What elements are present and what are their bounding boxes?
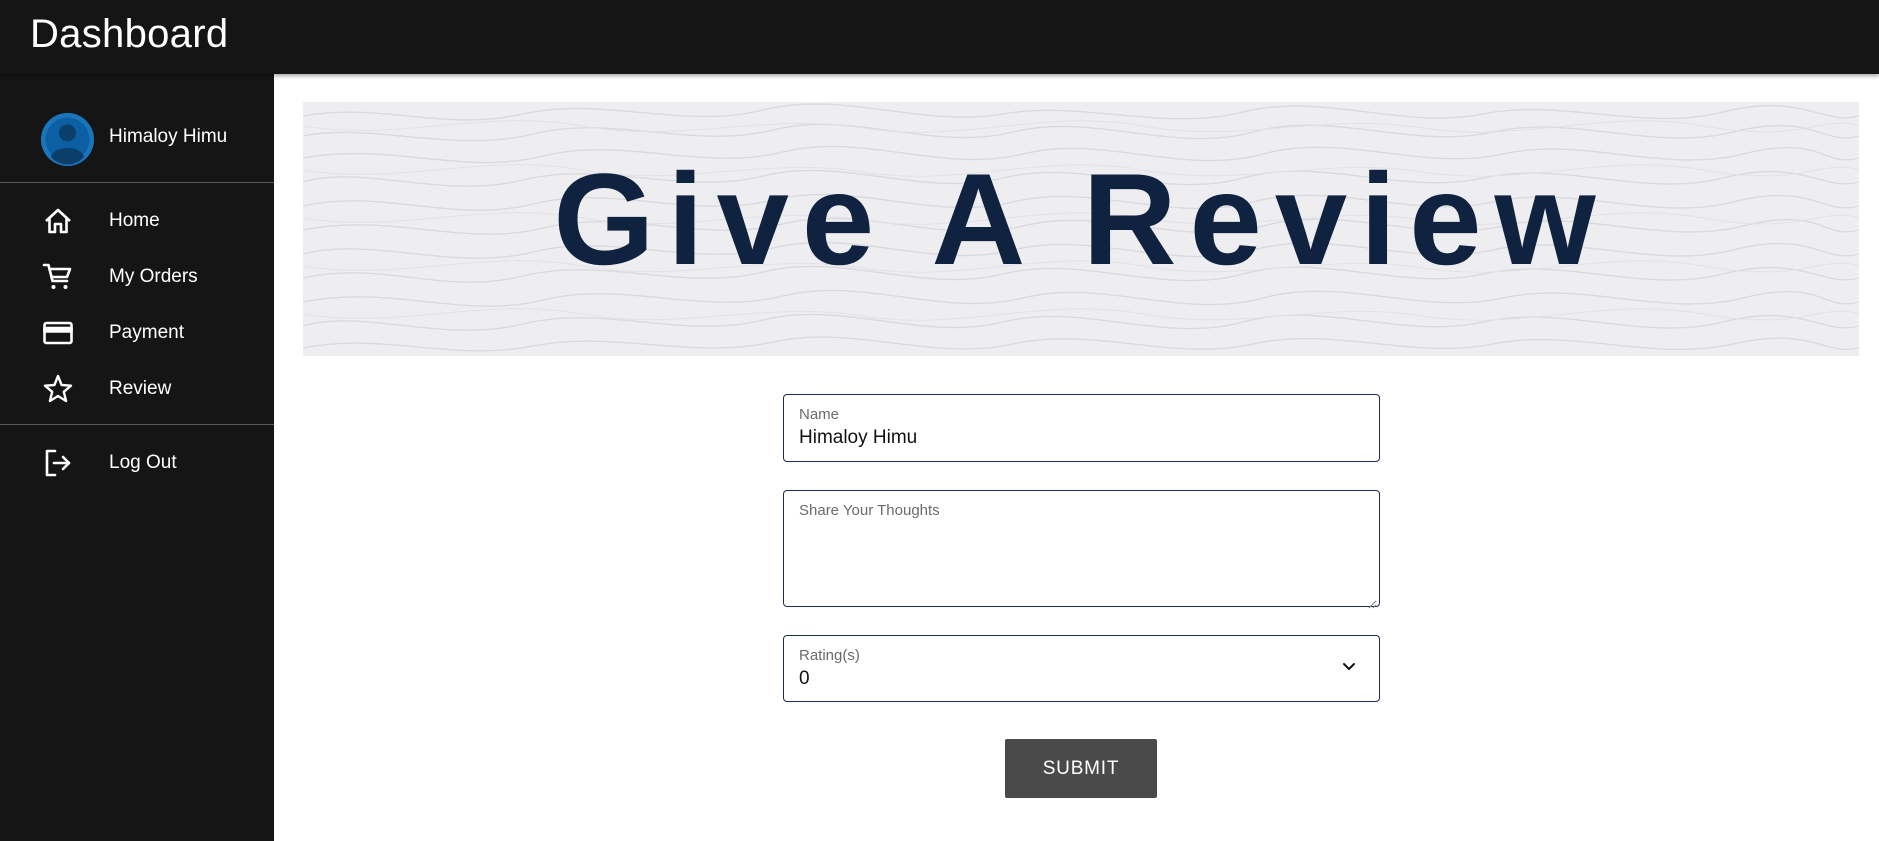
sidebar: Himaloy Himu Home My Orders Payment Revi… xyxy=(0,74,274,841)
user-avatar-icon xyxy=(41,113,94,166)
name-field-label: Name xyxy=(799,406,840,423)
submit-button[interactable]: SUBMIT xyxy=(1005,739,1157,798)
sidebar-nav: Home My Orders Payment Review xyxy=(0,184,274,425)
home-icon xyxy=(42,205,74,237)
sidebar-item-my-orders[interactable]: My Orders xyxy=(0,251,274,301)
thoughts-textarea[interactable]: Share Your Thoughts xyxy=(783,490,1380,609)
name-field-value[interactable]: Himaloy Himu xyxy=(799,427,917,449)
user-name: Himaloy Himu xyxy=(109,126,228,147)
sidebar-item-label: Review xyxy=(109,378,172,399)
sidebar-item-label: Home xyxy=(109,210,160,231)
credit-card-icon xyxy=(42,317,74,349)
name-field[interactable]: Name Himaloy Himu xyxy=(783,394,1380,462)
logout-icon xyxy=(42,447,74,479)
page-title: Give A Review xyxy=(553,146,1609,292)
sidebar-item-label: My Orders xyxy=(109,266,198,287)
chevron-down-icon xyxy=(1341,658,1357,674)
sidebar-item-payment[interactable]: Payment xyxy=(0,307,274,357)
rating-select[interactable]: Rating(s) 0 xyxy=(783,635,1380,702)
sidebar-item-label: Payment xyxy=(109,322,184,343)
logout-label: Log Out xyxy=(109,452,177,473)
cart-icon xyxy=(42,261,74,293)
rating-value: 0 xyxy=(799,668,810,689)
star-icon xyxy=(42,373,74,405)
sidebar-item-home[interactable]: Home xyxy=(0,195,274,245)
sidebar-item-review[interactable]: Review xyxy=(0,363,274,413)
rating-label: Rating(s) xyxy=(799,647,860,664)
resize-handle-icon[interactable] xyxy=(1367,594,1377,609)
app-title: Dashboard xyxy=(30,12,229,56)
sidebar-profile: Himaloy Himu xyxy=(0,74,274,183)
top-app-bar: Dashboard xyxy=(0,0,1879,74)
review-banner: Give A Review xyxy=(303,102,1859,356)
logout-button[interactable]: Log Out xyxy=(0,437,274,487)
thoughts-placeholder: Share Your Thoughts xyxy=(799,502,940,519)
